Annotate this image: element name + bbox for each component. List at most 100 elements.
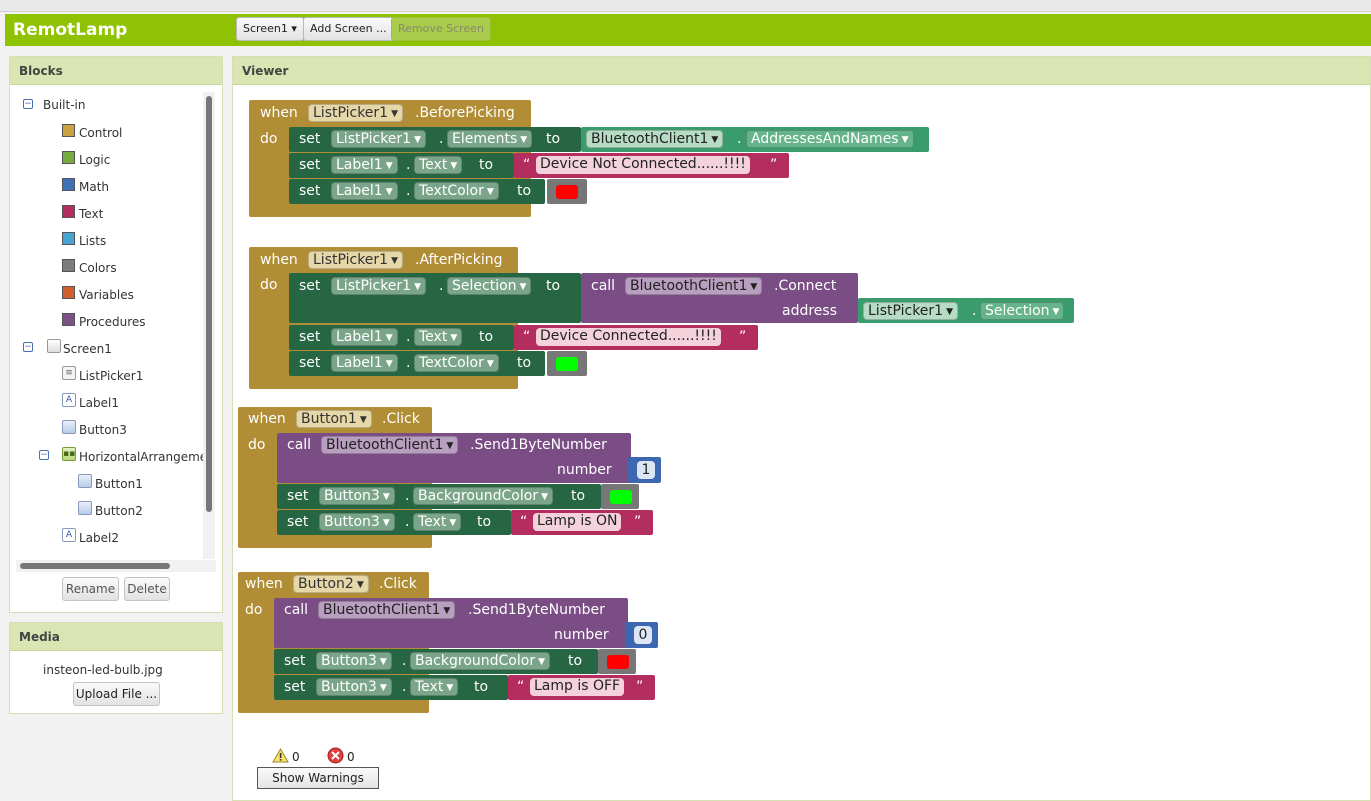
text-literal[interactable]: Device Connected......!!!!: [536, 328, 721, 346]
set-property-dropdown[interactable]: Text ▼: [414, 328, 463, 346]
delete-button[interactable]: Delete: [124, 577, 170, 601]
event-name: .Click: [382, 411, 420, 427]
call-component-dropdown[interactable]: BluetoothClient1 ▼: [318, 601, 456, 619]
set-component-dropdown[interactable]: Button3 ▼: [316, 678, 392, 696]
getter-property-dropdown[interactable]: Selection ▼: [980, 302, 1065, 320]
show-warnings-button[interactable]: Show Warnings: [257, 767, 379, 789]
getter-component-dropdown[interactable]: ListPicker1 ▼: [863, 302, 959, 320]
tree-button2[interactable]: Button2: [95, 504, 143, 518]
set-property-dropdown[interactable]: Text ▼: [414, 156, 463, 174]
call-component-dropdown[interactable]: BluetoothClient1 ▼: [321, 436, 459, 454]
set-property-dropdown[interactable]: Elements ▼: [447, 130, 533, 148]
component-dropdown[interactable]: ListPicker1 ▼: [308, 251, 404, 269]
dot: .: [406, 355, 411, 371]
set-property-name: Text: [418, 514, 447, 530]
set-property-dropdown[interactable]: BackgroundColor ▼: [413, 487, 553, 505]
set-keyword: set: [299, 131, 321, 147]
tree-horizontal-scrollbar[interactable]: [16, 560, 216, 572]
to-keyword: to: [546, 278, 561, 294]
set-component-dropdown[interactable]: Label1 ▼: [331, 182, 398, 200]
set-property-dropdown[interactable]: Text ▼: [410, 678, 459, 696]
set-property-dropdown[interactable]: BackgroundColor ▼: [410, 652, 550, 670]
number-literal[interactable]: 1: [637, 461, 655, 479]
set-component-dropdown[interactable]: Label1 ▼: [331, 328, 398, 346]
color-swatch-green[interactable]: [610, 490, 632, 504]
screen-select-button[interactable]: Screen1 ▾: [236, 17, 304, 41]
text-literal[interactable]: Device Not Connected......!!!!: [536, 156, 750, 174]
color-swatch-green[interactable]: [556, 357, 578, 371]
drawer-colors[interactable]: Colors: [79, 261, 117, 275]
drawer-variables[interactable]: Variables: [79, 288, 134, 302]
drawer-math[interactable]: Math: [79, 180, 109, 194]
set-component-dropdown[interactable]: Button3 ▼: [319, 487, 395, 505]
drawer-procedures[interactable]: Procedures: [79, 315, 146, 329]
component-dropdown[interactable]: Button1 ▼: [296, 410, 372, 428]
dot: .: [737, 131, 742, 147]
set-component-dropdown[interactable]: ListPicker1 ▼: [331, 130, 427, 148]
color-swatch-red[interactable]: [556, 185, 578, 199]
text-literal[interactable]: Lamp is OFF: [530, 678, 625, 696]
color-swatch-red[interactable]: [607, 655, 629, 669]
component-name: Button1: [301, 411, 357, 427]
tree-label1[interactable]: Label1: [79, 396, 119, 410]
tree-button1[interactable]: Button1: [95, 477, 143, 491]
set-property-dropdown[interactable]: Text ▼: [413, 513, 462, 531]
control-drawer-icon: [62, 124, 75, 137]
set-property-dropdown[interactable]: TextColor ▼: [414, 354, 499, 372]
do-keyword: do: [260, 131, 278, 147]
dropdown-arrow-icon: ▼: [450, 161, 458, 171]
collapse-arrangement-icon[interactable]: −: [39, 450, 49, 460]
tree-listpicker1[interactable]: ListPicker1: [79, 369, 143, 383]
set-property-dropdown[interactable]: TextColor ▼: [414, 182, 499, 200]
set-property-dropdown[interactable]: Selection ▼: [447, 277, 532, 295]
number-literal[interactable]: 0: [634, 626, 652, 644]
set-component-dropdown[interactable]: Label1 ▼: [331, 354, 398, 372]
dropdown-arrow-icon: ▼: [901, 135, 909, 145]
upload-file-button[interactable]: Upload File ...: [73, 682, 160, 706]
remove-screen-button[interactable]: Remove Screen: [391, 17, 491, 41]
call-component-dropdown[interactable]: BluetoothClient1 ▼: [625, 277, 763, 295]
set-component-dropdown[interactable]: ListPicker1 ▼: [331, 277, 427, 295]
drawer-control[interactable]: Control: [79, 126, 122, 140]
rename-button[interactable]: Rename: [62, 577, 119, 601]
tree-label2[interactable]: Label2: [79, 531, 119, 545]
tree-horizontalarrangement[interactable]: HorizontalArrangement: [79, 450, 203, 464]
dropdown-arrow-icon: ▼: [391, 256, 399, 266]
text-drawer-icon: [62, 205, 75, 218]
dropdown-arrow-icon: ▼: [450, 333, 458, 343]
dropdown-arrow-icon: ▼: [538, 657, 545, 667]
set-component-dropdown[interactable]: Button3 ▼: [316, 652, 392, 670]
tree-horizontal-scroll-thumb[interactable]: [20, 563, 170, 569]
set-keyword: set: [287, 488, 309, 504]
dropdown-arrow-icon: ▼: [379, 657, 387, 667]
set-keyword: set: [299, 355, 321, 371]
dropdown-arrow-icon: ▼: [486, 187, 494, 197]
tree-vertical-scrollbar[interactable]: [203, 92, 215, 559]
component-dropdown[interactable]: Button2 ▼: [293, 575, 369, 593]
component-dropdown[interactable]: ListPicker1 ▼: [308, 104, 404, 122]
add-screen-button[interactable]: Add Screen ...: [303, 17, 394, 41]
text-literal[interactable]: Lamp is ON: [533, 513, 622, 531]
getter-property-dropdown[interactable]: AddressesAndNames ▼: [746, 130, 914, 148]
collapse-builtin-icon[interactable]: −: [23, 99, 33, 109]
tree-screen1[interactable]: Screen1: [63, 342, 112, 356]
dropdown-arrow-icon: ▼: [385, 161, 393, 171]
tree-builtin[interactable]: Built-in: [43, 98, 85, 112]
drawer-logic[interactable]: Logic: [79, 153, 110, 167]
dot: .: [402, 653, 407, 669]
set-component-dropdown[interactable]: Label1 ▼: [331, 156, 398, 174]
set-component-dropdown[interactable]: Button3 ▼: [319, 513, 395, 531]
collapse-screen1-icon[interactable]: −: [23, 342, 33, 352]
address-label: address: [782, 303, 838, 319]
do-keyword: do: [248, 437, 266, 453]
tree-vertical-scroll-thumb[interactable]: [206, 96, 212, 512]
math-drawer-icon: [62, 178, 75, 191]
drawer-lists[interactable]: Lists: [79, 234, 106, 248]
call-keyword: call: [284, 602, 309, 618]
errors-count: 0: [347, 750, 355, 764]
drawer-text[interactable]: Text: [79, 207, 103, 221]
when-keyword: when: [260, 105, 298, 121]
getter-component-dropdown[interactable]: BluetoothClient1 ▼: [586, 130, 724, 148]
media-file[interactable]: insteon-led-bulb.jpg: [43, 663, 163, 677]
tree-button3[interactable]: Button3: [79, 423, 127, 437]
